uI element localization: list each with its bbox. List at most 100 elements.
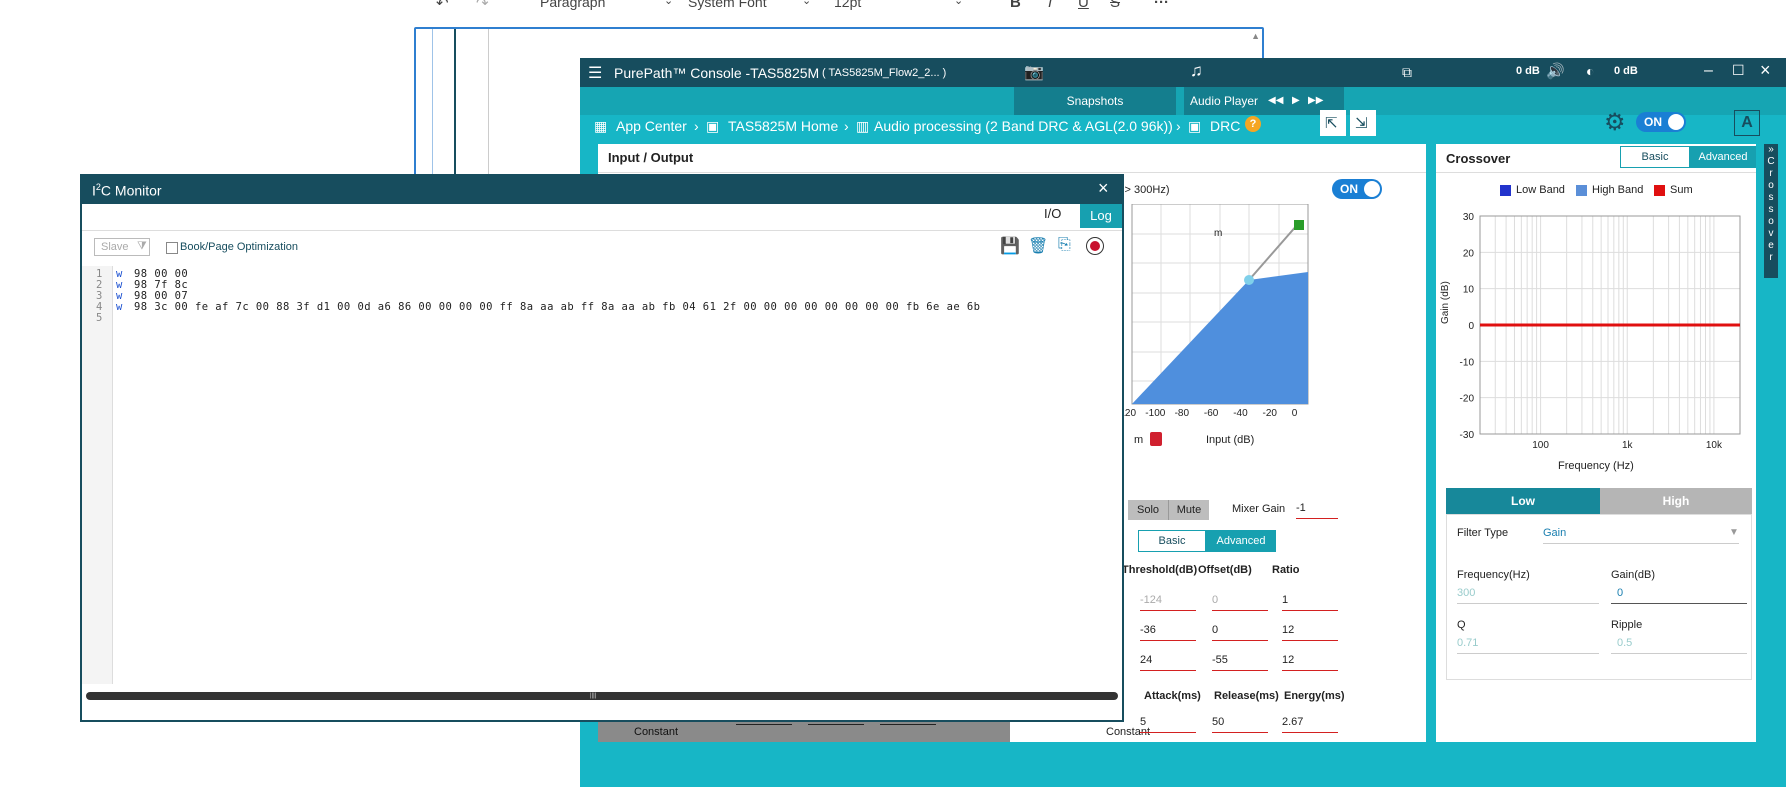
- solo-button[interactable]: Solo: [1128, 500, 1168, 520]
- chevron-down-icon: ⌄: [954, 0, 964, 7]
- speaker-icon[interactable]: 🔊: [1546, 62, 1565, 80]
- italic-icon[interactable]: I: [1048, 0, 1052, 14]
- threshold-input[interactable]: -36: [1140, 624, 1196, 641]
- drc-x-tick-label: -80: [1174, 408, 1190, 419]
- filter-icon: ⧩: [137, 240, 147, 252]
- hamburger-menu-icon[interactable]: ☰: [588, 63, 602, 83]
- ratio-input[interactable]: 12: [1282, 654, 1338, 671]
- divider: [598, 172, 1426, 173]
- drc-basic-tab[interactable]: Basic: [1138, 530, 1206, 552]
- lock-icon[interactable]: [1150, 432, 1162, 446]
- low-band-tab[interactable]: Low: [1446, 488, 1600, 514]
- drc-bottom-marker: m: [1134, 434, 1144, 446]
- volume-left-value: 0 dB: [1516, 65, 1540, 77]
- ratio-input[interactable]: 1: [1282, 594, 1338, 611]
- filter-type-select[interactable]: Gain: [1543, 527, 1739, 544]
- legend-swatch: [1576, 185, 1587, 196]
- offset-input[interactable]: -55: [1212, 654, 1268, 671]
- font-size-select[interactable]: 12pt: [834, 0, 861, 14]
- book-page-checkbox[interactable]: [166, 242, 178, 254]
- chevron-down-icon: ▼: [1729, 527, 1739, 538]
- font-family-select[interactable]: System Font: [688, 0, 767, 14]
- book-page-label: Book/Page Optimization: [180, 241, 299, 253]
- horizontal-scrollbar[interactable]: ||||: [86, 692, 1118, 700]
- redo-icon[interactable]: ↷: [476, 0, 489, 14]
- editor-margin-line: [488, 29, 489, 189]
- breadcrumb-audio-processing[interactable]: Audio processing (2 Band DRC & AGL(2.0 9…: [874, 118, 1173, 134]
- drc-x-tick-label: -40: [1233, 408, 1248, 419]
- delete-icon[interactable]: 🗑: [1028, 236, 1048, 256]
- export-button[interactable]: ⇱: [1320, 110, 1346, 136]
- attack-input[interactable]: 5: [1140, 716, 1196, 733]
- underline-icon[interactable]: U: [1078, 0, 1089, 14]
- maximize-icon[interactable]: ☐: [1732, 62, 1745, 79]
- threshold-header: Threshold(dB): [1122, 564, 1198, 576]
- gain-input[interactable]: 0: [1611, 587, 1747, 604]
- close-icon[interactable]: ×: [1098, 178, 1109, 199]
- crossover-advanced-tab[interactable]: Advanced: [1690, 146, 1756, 168]
- help-icon[interactable]: ?: [1245, 116, 1261, 132]
- slave-filter-input[interactable]: Slave ⧩: [94, 238, 150, 256]
- ratio-input[interactable]: 12: [1282, 624, 1338, 641]
- breadcrumb-drc[interactable]: DRC: [1210, 118, 1240, 134]
- filter-settings-box: Filter Type Gain ▼ Frequency(Hz) 300 Gai…: [1446, 514, 1752, 680]
- divider: [82, 230, 1122, 231]
- tab-log[interactable]: Log: [1080, 204, 1122, 228]
- drc-toggle[interactable]: ON: [1332, 179, 1382, 199]
- music-note-icon[interactable]: ♫: [1190, 61, 1203, 81]
- close-icon[interactable]: ×: [1760, 60, 1771, 81]
- legend-high-band: High Band: [1592, 184, 1644, 196]
- threshold-input[interactable]: 24: [1140, 654, 1196, 671]
- tab-io[interactable]: I/O: [1044, 206, 1061, 221]
- drc-advanced-tab[interactable]: Advanced: [1206, 530, 1276, 552]
- drc-xlabel: Input (dB): [1206, 434, 1255, 446]
- more-icon[interactable]: ···: [1154, 0, 1169, 14]
- copy-icon[interactable]: ⎘: [1058, 236, 1071, 254]
- scroll-up-icon[interactable]: ▲: [1251, 31, 1260, 41]
- undo-icon[interactable]: ↶: [436, 0, 449, 14]
- snapshots-button[interactable]: Snapshots: [1014, 87, 1176, 115]
- mixer-gain-input[interactable]: -1: [1296, 502, 1338, 519]
- import-button[interactable]: ⇲: [1350, 110, 1376, 136]
- crossover-side-tab[interactable]: » C r o s s o v e r: [1764, 144, 1778, 278]
- power-toggle[interactable]: ON: [1636, 112, 1686, 132]
- breadcrumb-home[interactable]: TAS5825M Home: [728, 118, 838, 134]
- gear-icon[interactable]: ⚙: [1604, 108, 1626, 137]
- y-tick-label: -30: [1460, 430, 1475, 441]
- mute-button[interactable]: Mute: [1168, 500, 1209, 520]
- mic-icon[interactable]: ◐: [1586, 63, 1594, 79]
- camera-icon[interactable]: 📷: [1024, 62, 1044, 82]
- release-input[interactable]: 50: [1212, 716, 1268, 733]
- energy-input[interactable]: 2.67: [1282, 716, 1338, 733]
- strikethrough-icon[interactable]: S: [1110, 0, 1120, 14]
- breadcrumb-app-center[interactable]: App Center: [616, 118, 687, 134]
- q-input[interactable]: 0.71: [1457, 637, 1599, 654]
- bold-icon[interactable]: B: [1010, 0, 1021, 14]
- offset-input[interactable]: 0: [1212, 624, 1268, 641]
- network-icon[interactable]: ⧉: [1402, 64, 1412, 81]
- chevron-right-icon: ›: [694, 118, 699, 134]
- drc-x-tick-label: -60: [1203, 408, 1219, 419]
- drc-knee-point[interactable]: [1244, 275, 1254, 285]
- frequency-input[interactable]: 300: [1457, 587, 1599, 604]
- block-format-select[interactable]: Paragraph: [540, 0, 605, 14]
- y-tick-label: -20: [1460, 394, 1475, 405]
- chevron-right-icon: ›: [844, 118, 849, 134]
- avatar[interactable]: A: [1734, 110, 1760, 136]
- save-icon[interactable]: 💾: [1000, 236, 1020, 256]
- threshold-input[interactable]: -124: [1140, 594, 1196, 611]
- unlock-icon[interactable]: [1294, 220, 1304, 230]
- minimize-icon[interactable]: –: [1704, 62, 1713, 80]
- record-button[interactable]: [1086, 237, 1104, 255]
- rewind-icon[interactable]: ◀◀: [1268, 95, 1283, 106]
- play-icon[interactable]: ▶: [1292, 95, 1300, 106]
- offset-input[interactable]: 0: [1212, 594, 1268, 611]
- crossover-chart: 3020100-10-20-30100 1k 10k: [1460, 212, 1741, 448]
- ripple-input[interactable]: 0.5: [1611, 637, 1747, 654]
- high-band-tab[interactable]: High: [1600, 488, 1752, 514]
- x-tick-label: 1k: [1622, 440, 1634, 448]
- record-icon: [1090, 241, 1100, 251]
- gain-label: Gain(dB): [1611, 569, 1656, 581]
- fast-forward-icon[interactable]: ▶▶: [1308, 95, 1323, 106]
- crossover-basic-tab[interactable]: Basic: [1620, 146, 1690, 168]
